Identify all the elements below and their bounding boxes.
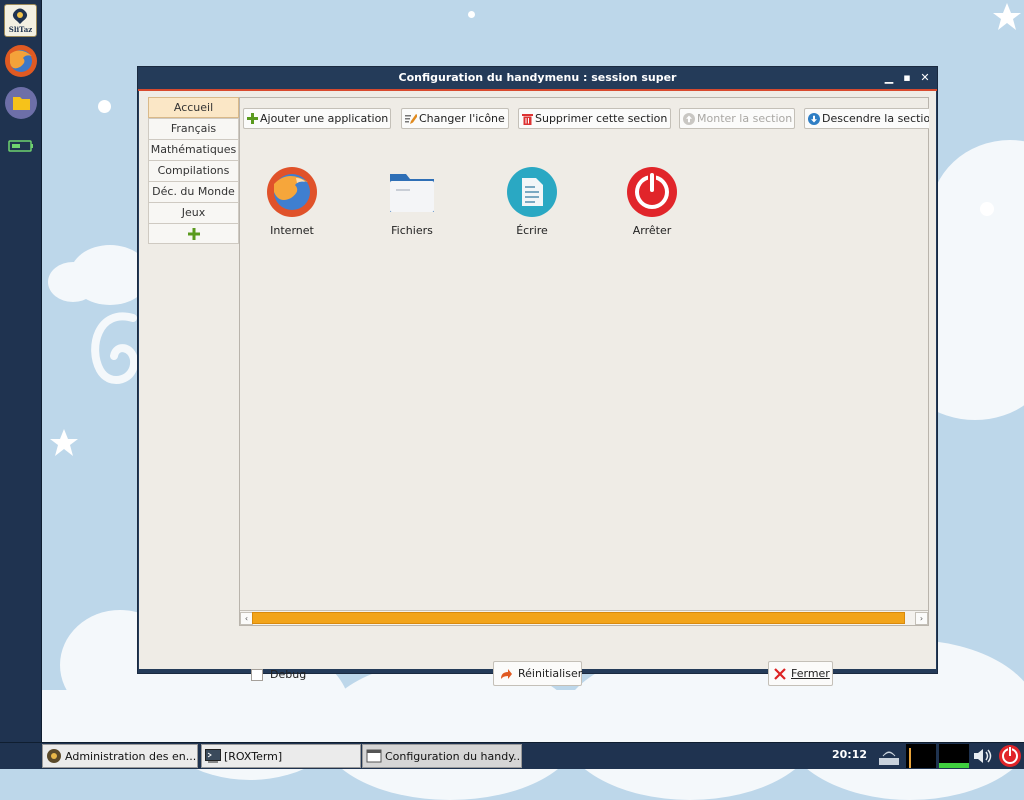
section-toolbar: Ajouter une application Changer l'icône …	[243, 108, 929, 129]
task-label: [ROXTerm]	[224, 749, 283, 763]
star-decoration	[50, 429, 78, 456]
tab-jeux[interactable]: Jeux	[148, 202, 239, 223]
move-section-up-label: Monter la section	[697, 112, 793, 125]
maximize-button[interactable]: ▪	[899, 70, 915, 86]
app-label: Arrêter	[632, 224, 672, 237]
plus-icon	[187, 227, 200, 240]
section-page: Ajouter une application Changer l'icône …	[239, 97, 929, 626]
admin-icon	[47, 749, 61, 763]
tab-add-section[interactable]	[148, 223, 239, 244]
app-fichiers[interactable]: Fichiers	[357, 166, 467, 237]
launcher-firefox[interactable]	[3, 43, 38, 78]
swirl-decoration	[91, 312, 138, 384]
redo-arrow-icon	[499, 667, 513, 681]
trash-icon	[522, 113, 533, 125]
app-label: Internet	[270, 224, 314, 237]
window-title: Configuration du handymenu : session sup…	[398, 71, 677, 84]
close-window-button[interactable]: ✕	[917, 70, 933, 86]
tab-francais[interactable]: Français	[148, 118, 239, 139]
task-roxterm[interactable]: [ROXTerm]	[201, 744, 361, 768]
memory-monitor-icon[interactable]	[939, 744, 969, 768]
debug-label: Debug	[270, 668, 307, 681]
add-application-button[interactable]: Ajouter une application	[243, 108, 391, 129]
task-configuration-handymenu[interactable]: Configuration du handy...	[362, 744, 522, 768]
debug-checkbox[interactable]: Debug	[251, 668, 306, 681]
change-icon-label: Changer l'icône	[419, 112, 505, 125]
change-icon-button[interactable]: Changer l'icône	[401, 108, 509, 129]
window-icon	[366, 749, 382, 763]
star-decoration	[993, 3, 1021, 30]
tab-dec-du-monde[interactable]: Déc. du Monde	[148, 181, 239, 202]
move-section-down-label: Descendre la section	[822, 112, 929, 125]
delete-section-button[interactable]: Supprimer cette section	[518, 108, 671, 129]
reset-button[interactable]: Réinitialiser	[493, 661, 582, 686]
reset-label: Réinitialiser	[518, 667, 583, 680]
launcher-files[interactable]	[3, 85, 38, 120]
cpu-monitor-icon[interactable]	[906, 744, 936, 768]
app-ecrire[interactable]: Écrire	[477, 166, 587, 237]
minimize-button[interactable]: ▁	[881, 70, 897, 86]
task-administration[interactable]: Administration des en...	[42, 744, 198, 768]
window-content: Accueil Français Mathématiques Compilati…	[139, 91, 936, 686]
clock[interactable]: 20:12	[832, 748, 867, 761]
horizontal-scrollbar[interactable]: ‹ ›	[240, 610, 928, 625]
battery-icon	[7, 139, 33, 152]
slitaz-logo-icon: SliTaz	[4, 4, 37, 37]
task-label: Administration des en...	[65, 749, 197, 763]
terminal-icon	[205, 749, 221, 763]
close-button[interactable]: Fermer	[768, 661, 833, 686]
tab-compilations[interactable]: Compilations	[148, 160, 239, 181]
document-icon	[507, 167, 557, 217]
plus-icon	[247, 113, 258, 125]
scrollbar-thumb[interactable]	[252, 612, 905, 624]
delete-section-label: Supprimer cette section	[535, 112, 668, 125]
launcher-bar: SliTaz	[0, 0, 42, 742]
close-label: Fermer	[791, 667, 830, 680]
firefox-icon	[267, 167, 317, 217]
arrow-down-icon	[808, 112, 820, 125]
move-section-up-button[interactable]: Monter la section	[679, 108, 795, 129]
checkbox-box[interactable]	[251, 668, 263, 681]
power-icon[interactable]	[997, 744, 1023, 768]
task-label: Configuration du handy...	[385, 749, 522, 763]
tab-accueil[interactable]: Accueil	[148, 97, 239, 118]
window-titlebar[interactable]: Configuration du handymenu : session sup…	[138, 67, 937, 91]
edit-icon	[405, 113, 417, 125]
folder-icon	[390, 174, 434, 212]
volume-icon[interactable]	[971, 744, 995, 768]
close-icon	[774, 667, 786, 681]
folder-icon	[4, 86, 37, 119]
move-section-down-button[interactable]: Descendre la section	[804, 108, 929, 129]
scroll-right-button[interactable]: ›	[915, 612, 928, 625]
app-arreter[interactable]: Arrêter	[597, 166, 707, 237]
app-label: Écrire	[516, 224, 548, 237]
power-icon	[627, 167, 677, 217]
tab-mathematiques[interactable]: Mathématiques	[148, 139, 239, 160]
launcher-battery[interactable]	[3, 128, 38, 163]
taskbar: Administration des en... [ROXTerm] Confi…	[0, 742, 1024, 769]
launcher-slitaz[interactable]: SliTaz	[3, 3, 38, 38]
handymenu-config-window: Configuration du handymenu : session sup…	[137, 66, 938, 686]
section-tabs: Accueil Français Mathématiques Compilati…	[148, 97, 239, 244]
app-internet[interactable]: Internet	[237, 166, 347, 237]
app-label: Fichiers	[391, 224, 433, 237]
logo-text: SliTaz	[8, 25, 33, 34]
add-application-label: Ajouter une application	[260, 112, 389, 125]
network-icon[interactable]	[875, 744, 905, 768]
firefox-icon	[4, 44, 37, 77]
arrow-up-icon	[683, 112, 695, 125]
